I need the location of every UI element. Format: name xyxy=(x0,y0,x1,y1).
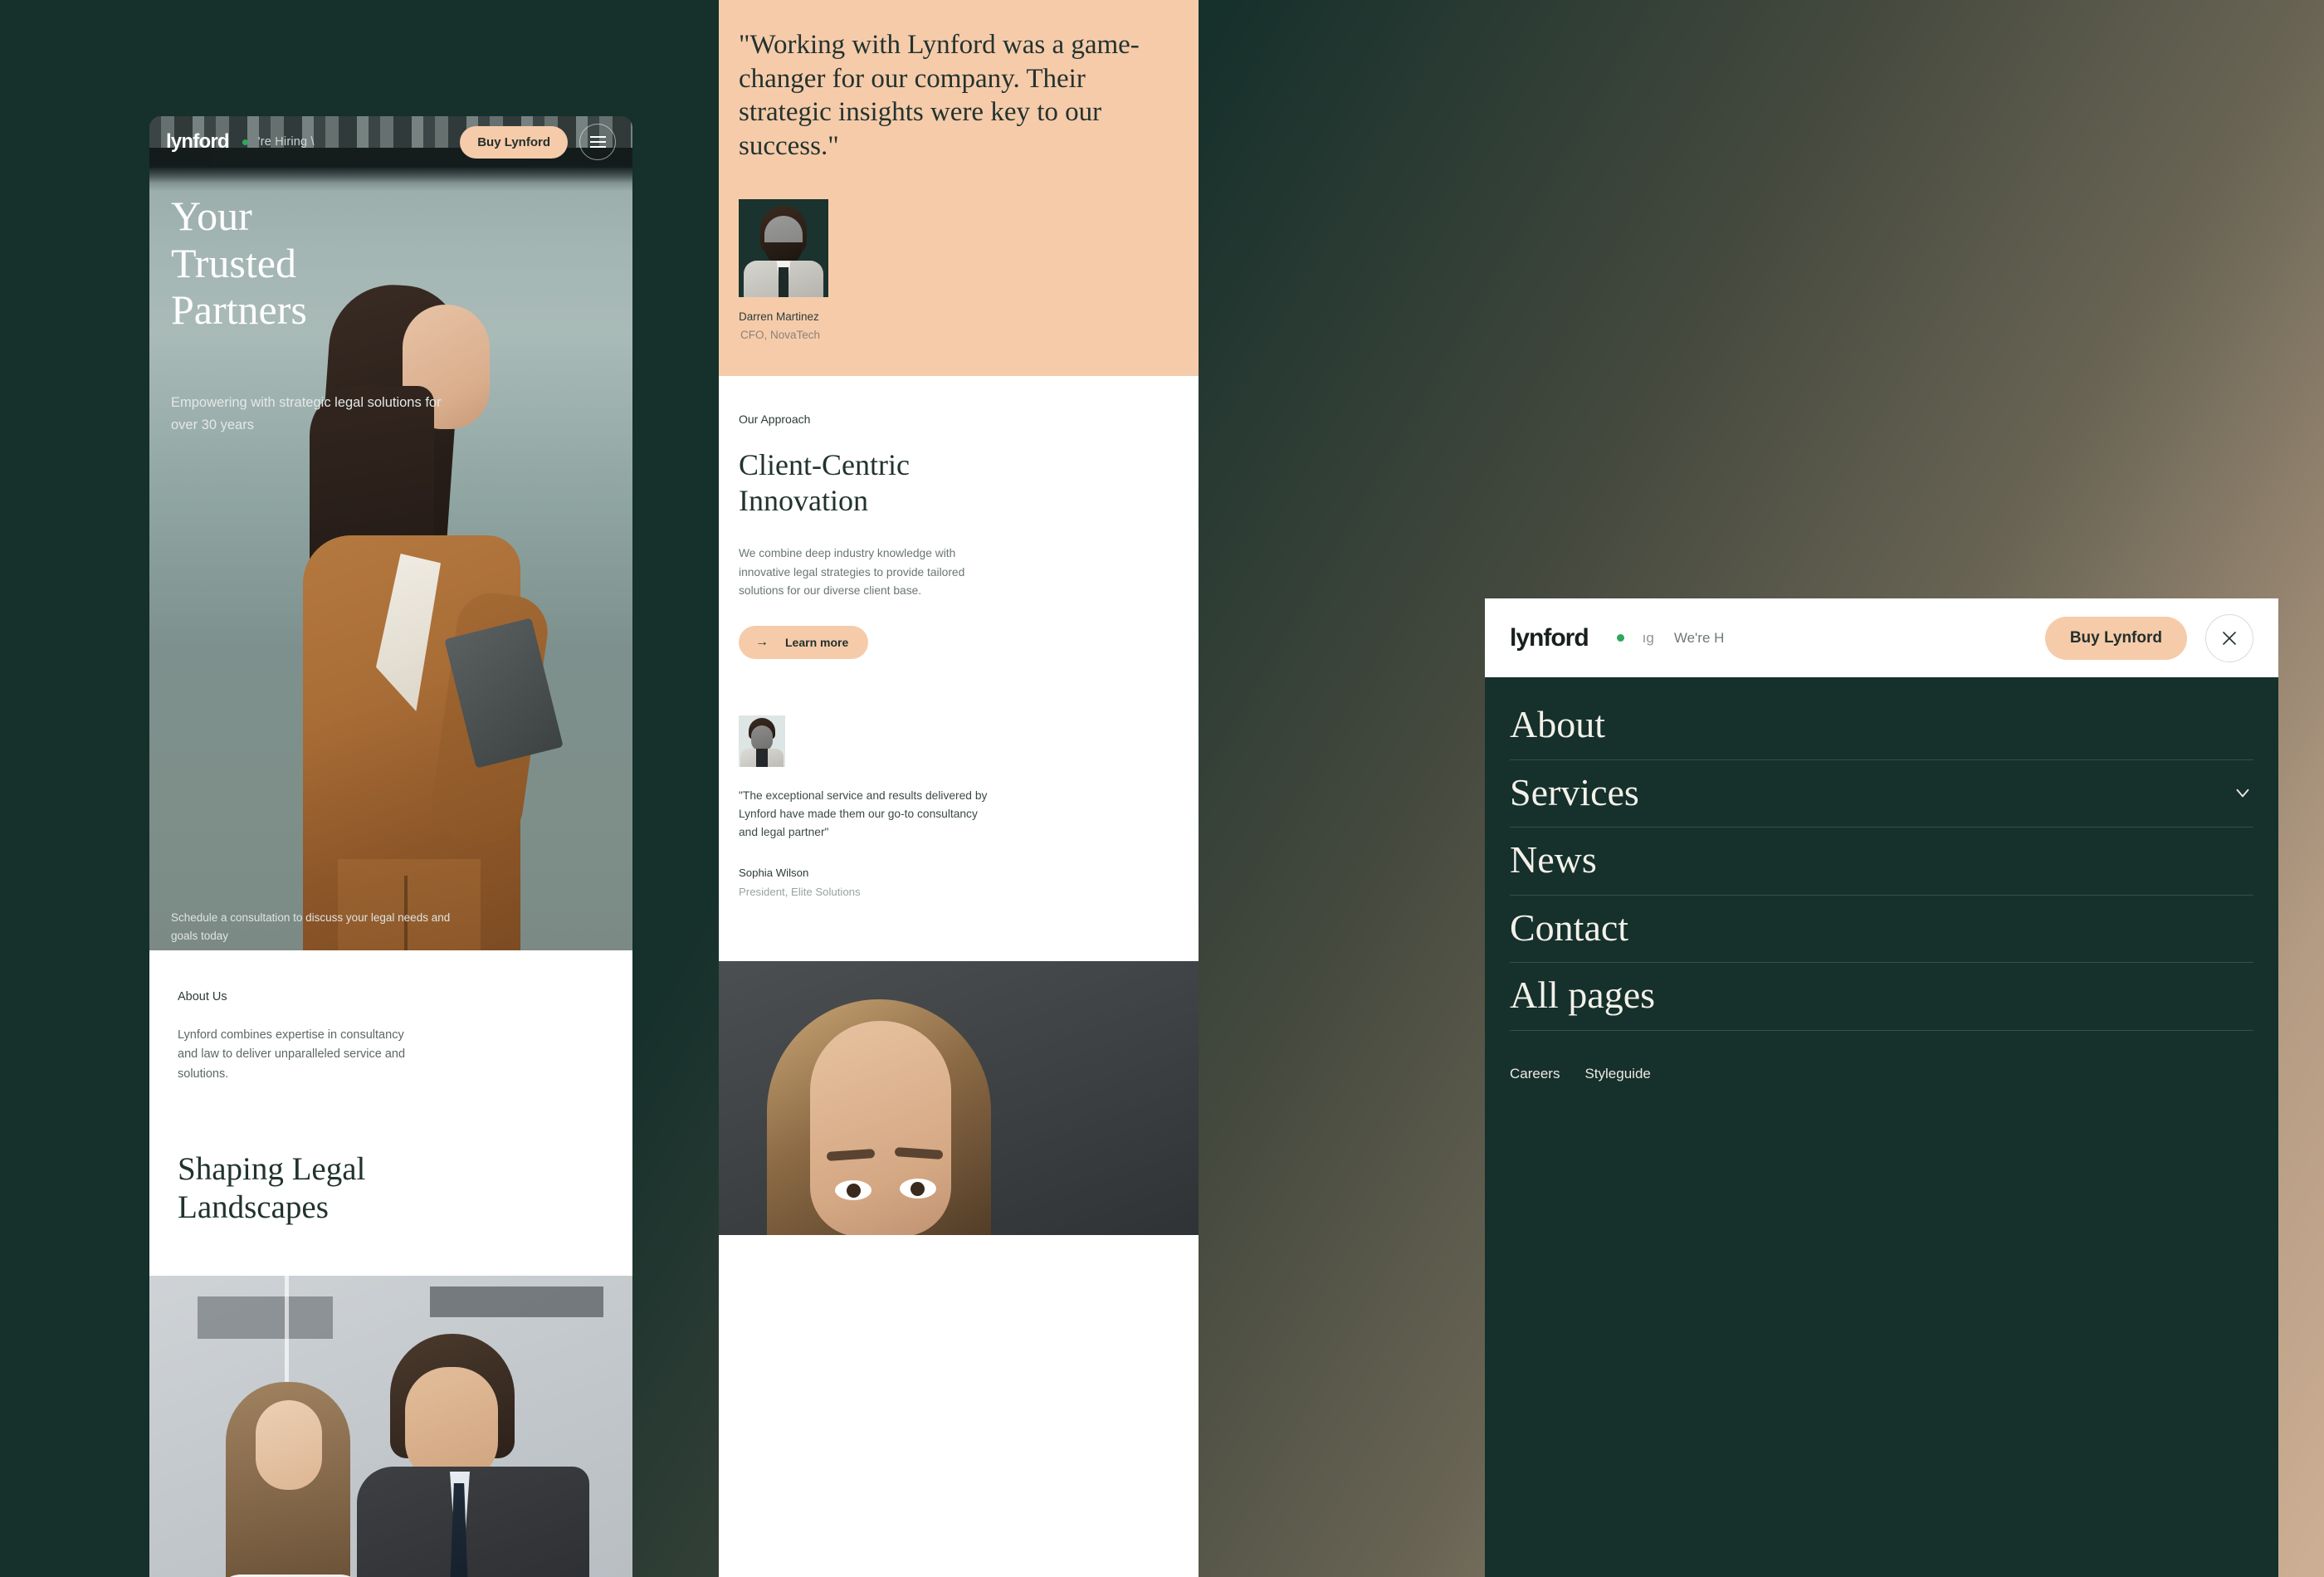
marquee-fragment: ıg xyxy=(1642,629,1654,646)
approach-heading: Client-Centric Innovation xyxy=(739,447,1179,518)
hero-heading-line-2: Trusted xyxy=(171,239,296,286)
hero-subheading: Empowering with strategic legal solution… xyxy=(171,395,442,432)
mobile-homepage-panel: lynford 're Hiring \ Buy Lynford Your Tr… xyxy=(149,116,632,1577)
menu-item-label: Services xyxy=(1510,770,1639,813)
our-approach-section: Our Approach Client-Centric Innovation W… xyxy=(719,376,1199,931)
chevron-down-icon xyxy=(2236,788,2249,798)
status-dot-icon xyxy=(1616,634,1624,642)
menu-item-news[interactable]: News xyxy=(1510,828,2253,896)
about-heading-line-2: Landscapes xyxy=(178,1189,329,1225)
hiring-marquee: We're H xyxy=(1673,629,1725,646)
logo[interactable]: lynford xyxy=(1510,624,1589,652)
approach-body: We combine deep industry knowledge with … xyxy=(739,547,965,598)
about-us-heading: Shaping Legal Landscapes xyxy=(178,1150,604,1225)
menu-item-all-pages[interactable]: All pages xyxy=(1510,963,2253,1031)
sub-links: Careers Styleguide xyxy=(1485,1031,2278,1082)
hamburger-icon[interactable] xyxy=(579,124,616,160)
avatar xyxy=(739,199,828,298)
hiring-marquee: 're Hiring \ xyxy=(257,135,315,149)
buy-lynford-button[interactable]: Buy Lynford xyxy=(2044,616,2187,660)
sub-link-careers[interactable]: Careers xyxy=(1510,1066,1560,1082)
testimonial-section: "Working with Lynford was a game-changer… xyxy=(719,0,1199,377)
hero-heading: Your Trusted Partners xyxy=(171,193,307,334)
buy-lynford-button[interactable]: Buy Lynford xyxy=(460,125,568,159)
testimonial-author-role: President, Elite Solutions xyxy=(739,885,861,898)
menu-item-label: Contact xyxy=(1510,906,1629,949)
panel1-navbar: lynford 're Hiring \ Buy Lynford xyxy=(149,116,632,168)
testimonial-author-role: CFO, NovaTech xyxy=(740,329,821,342)
about-us-body: Lynford combines expertise in consultanc… xyxy=(178,1028,406,1081)
hero-note: Schedule a consultation to discuss your … xyxy=(171,911,451,942)
menu-item-services[interactable]: Services xyxy=(1510,760,2253,828)
menu-item-label: All pages xyxy=(1510,974,1656,1017)
close-icon[interactable] xyxy=(2205,613,2253,662)
about-heading-line-1: Shaping Legal xyxy=(178,1151,366,1188)
menu-item-label: About xyxy=(1510,703,1605,745)
avatar xyxy=(739,715,785,767)
status-dot-icon xyxy=(242,139,248,145)
testimonial-approach-panel: "Working with Lynford was a game-changer… xyxy=(719,0,1199,1577)
navigation-menu-panel: lynford ıg We're H Buy Lynford About Ser… xyxy=(1485,598,2278,1577)
learn-more-button[interactable]: → Learn more xyxy=(739,625,869,659)
sub-link-styleguide[interactable]: Styleguide xyxy=(1584,1066,1650,1082)
approach-heading-line-2: Innovation xyxy=(739,483,868,517)
learn-more-label: Learn more xyxy=(785,635,849,649)
testimonial-quote: "Working with Lynford was a game-changer… xyxy=(739,30,1140,161)
hero-heading-line-1: Your xyxy=(171,193,252,239)
testimonial-author-name: Sophia Wilson xyxy=(739,866,809,879)
menu-item-about[interactable]: About xyxy=(1510,692,2253,760)
arrow-right-icon: → xyxy=(755,634,769,649)
hero-section: lynford 're Hiring \ Buy Lynford Your Tr… xyxy=(149,116,632,950)
team-photo xyxy=(149,1275,632,1577)
approach-heading-line-1: Client-Centric xyxy=(739,448,910,482)
testimonial-quote: "The exceptional service and results del… xyxy=(739,788,988,838)
testimonial-author-name: Darren Martinez xyxy=(739,310,819,324)
logo[interactable]: lynford xyxy=(166,130,230,154)
menu-list: About Services News Contact All pages xyxy=(1485,677,2278,1031)
about-us-eyebrow: About Us xyxy=(178,990,227,1003)
approach-eyebrow: Our Approach xyxy=(739,413,811,427)
panel3-navbar: lynford ıg We're H Buy Lynford xyxy=(1485,598,2278,677)
menu-item-label: News xyxy=(1510,838,1597,881)
portrait-photo xyxy=(719,960,1199,1235)
about-us-section: About Us Lynford combines expertise in c… xyxy=(149,950,632,1276)
hero-heading-line-3: Partners xyxy=(171,286,307,333)
menu-item-contact[interactable]: Contact xyxy=(1510,896,2253,964)
hero-person-illustration xyxy=(303,261,564,950)
